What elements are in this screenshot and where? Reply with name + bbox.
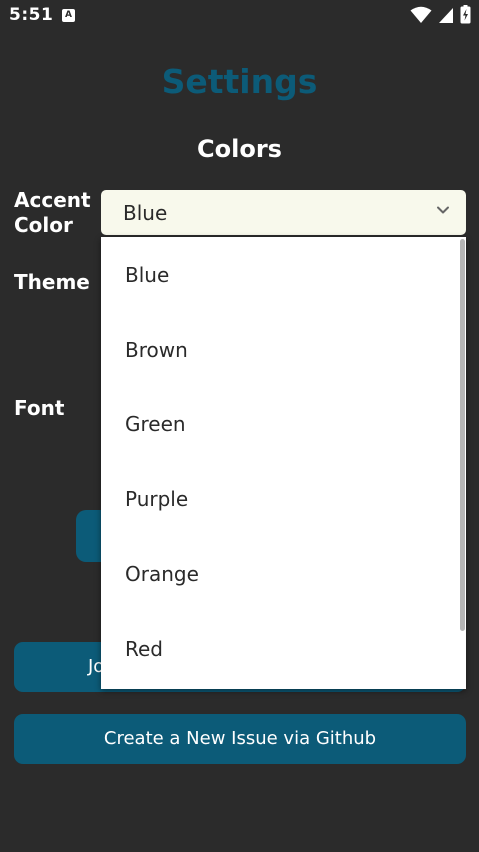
status-bar: 5:51 A <box>0 0 479 32</box>
dropdown-option-label: Brown <box>125 337 188 362</box>
wifi-icon <box>410 6 432 23</box>
dropdown-option-label: Orange <box>125 561 199 586</box>
dropdown-option-blue[interactable]: Blue <box>101 239 458 314</box>
battery-charging-icon <box>460 5 471 24</box>
accent-color-label: Accent Color <box>14 188 91 237</box>
create-issue-button[interactable]: Create a New Issue via Github <box>14 714 466 764</box>
accent-color-selected-value: Blue <box>123 201 168 225</box>
dropdown-option-green[interactable]: Green <box>101 388 458 463</box>
font-label: Font <box>14 396 65 420</box>
accent-color-dropdown-menu: Blue Brown Green Purple Orange Red <box>101 237 466 689</box>
status-icons <box>410 5 471 24</box>
dropdown-option-red[interactable]: Red <box>101 613 458 688</box>
dropdown-option-brown[interactable]: Brown <box>101 314 458 389</box>
dropdown-scrollbar[interactable] <box>460 239 465 631</box>
dropdown-option-label: Green <box>125 412 186 437</box>
status-time: 5:51 <box>9 5 54 25</box>
chevron-down-icon <box>437 206 449 214</box>
dropdown-option-label: Red <box>125 636 163 661</box>
dropdown-option-orange[interactable]: Orange <box>101 538 458 613</box>
theme-label: Theme <box>14 270 90 294</box>
accent-color-select[interactable]: Blue <box>101 190 466 235</box>
app-notification-icon: A <box>62 9 75 22</box>
cell-signal-icon <box>439 7 453 23</box>
dropdown-option-purple[interactable]: Purple <box>101 463 458 538</box>
page-title: Settings <box>161 62 318 101</box>
dropdown-option-label: Blue <box>125 263 170 287</box>
dropdown-option-label: Purple <box>125 487 189 512</box>
section-title-colors: Colors <box>197 135 282 163</box>
